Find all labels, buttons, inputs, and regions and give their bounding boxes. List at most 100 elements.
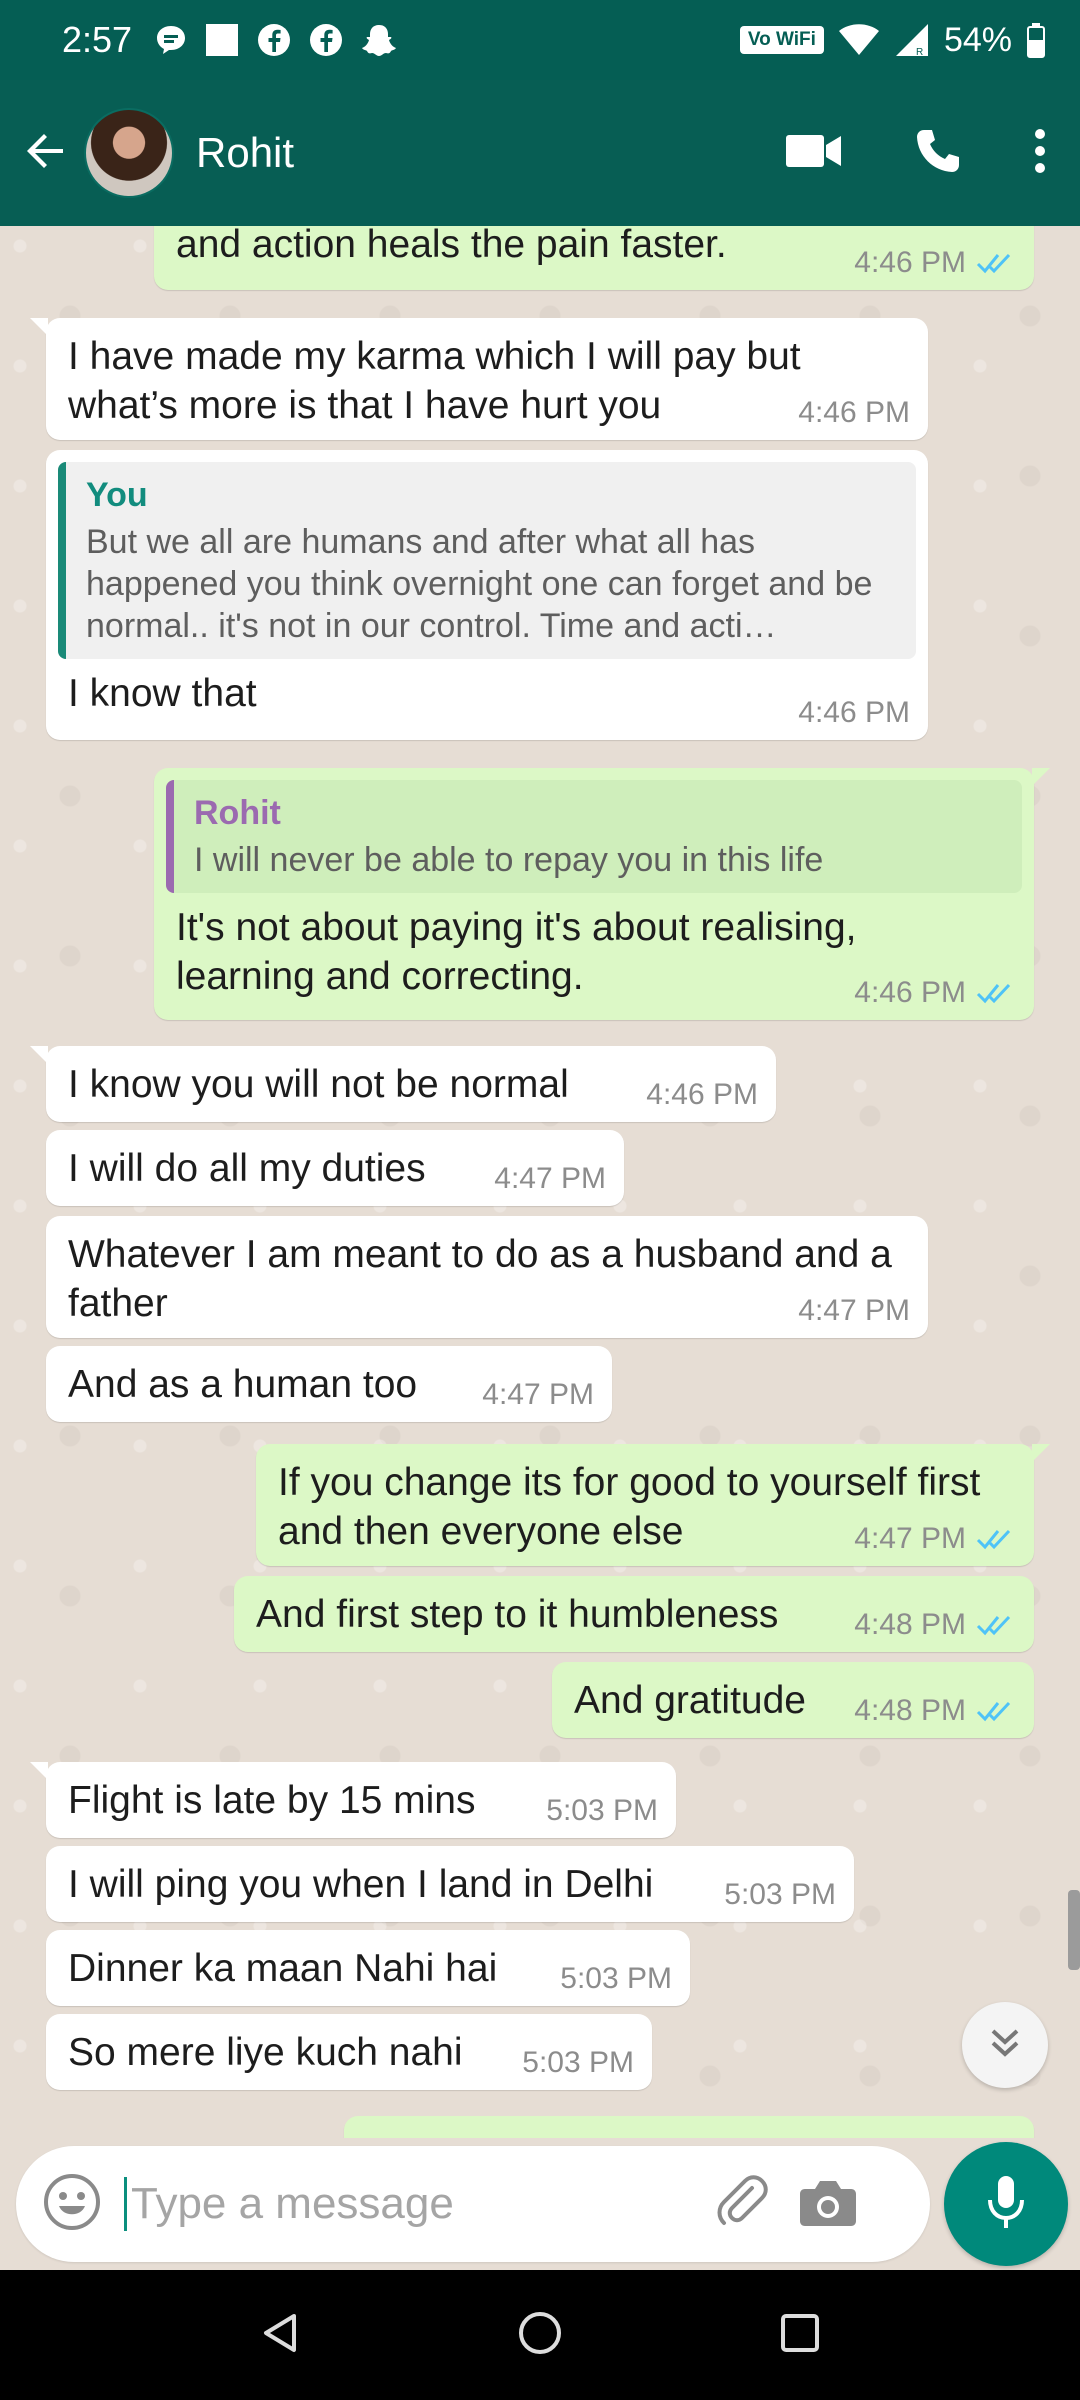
video-call-icon — [785, 131, 843, 176]
facebook-icon — [256, 22, 292, 58]
outgoing-reply-message[interactable]: Rohit I will never be able to repay you … — [154, 768, 1050, 1020]
voice-message-button[interactable] — [944, 2142, 1068, 2266]
quoted-message[interactable]: Rohit I will never be able to repay you … — [166, 780, 1022, 893]
vowifi-badge: Vo WiFi — [739, 26, 824, 54]
video-call-button[interactable] — [752, 80, 876, 226]
message-time: 4:47 PM — [494, 1162, 606, 1195]
message-meta: 5:03 PM — [724, 1878, 836, 1912]
circle-home-icon — [517, 2310, 563, 2361]
triangle-back-icon — [258, 2311, 302, 2360]
read-ticks-icon — [976, 981, 1016, 1005]
camera-button[interactable] — [793, 2169, 863, 2239]
incoming-message[interactable]: I will do all my duties 4:47 PM — [46, 1130, 624, 1206]
message-meta: 5:03 PM — [560, 1962, 672, 1996]
incoming-reply-message[interactable]: You But we all are humans and after what… — [46, 450, 928, 740]
voice-call-button[interactable] — [876, 80, 1000, 226]
chat-header: Rohit — [0, 80, 1080, 226]
read-ticks-icon — [976, 1527, 1016, 1551]
attach-button[interactable] — [707, 2169, 777, 2239]
message-meta: 4:46 PM — [798, 696, 910, 730]
incoming-message[interactable]: Flight is late by 15 mins 5:03 PM — [30, 1762, 676, 1838]
square-notification-icon — [204, 22, 240, 58]
message-meta: 4:48 PM — [854, 1608, 1016, 1642]
outgoing-message[interactable]: And first step to it humbleness 4:48 PM — [234, 1576, 1034, 1652]
outgoing-message[interactable]: If you change its for good to yourself f… — [256, 1444, 1050, 1566]
contact-name[interactable]: Rohit — [196, 129, 294, 177]
more-options-button[interactable] — [1000, 80, 1080, 226]
emoji-button[interactable] — [40, 2172, 104, 2236]
message-time: 4:47 PM — [482, 1378, 594, 1411]
message-time: 4:48 PM — [854, 1608, 966, 1641]
outgoing-message[interactable]: and action heals the pain faster. 4:46 P… — [154, 226, 1034, 290]
incoming-message[interactable]: Dinner ka maan Nahi hai 5:03 PM — [46, 1930, 690, 2006]
quoted-message[interactable]: You But we all are humans and after what… — [58, 462, 916, 659]
message-meta: 5:03 PM — [546, 1794, 658, 1828]
message-meta: 5:03 PM — [522, 2046, 634, 2080]
quoted-author: Rohit — [194, 794, 281, 832]
message-meta: 4:46 PM — [798, 396, 910, 430]
message-text: I have made my karma which I will pay bu… — [68, 335, 801, 427]
svg-text:R: R — [916, 47, 923, 58]
wifi-icon — [838, 23, 880, 57]
incoming-message[interactable]: I know you will not be normal 4:46 PM — [30, 1046, 776, 1122]
incoming-message[interactable]: And as a human too 4:47 PM — [46, 1346, 612, 1422]
double-chevron-down-icon — [987, 2025, 1023, 2066]
message-time: 5:03 PM — [522, 2046, 634, 2079]
incoming-message[interactable]: I have made my karma which I will pay bu… — [30, 318, 928, 440]
nav-recents-button[interactable] — [760, 2295, 840, 2375]
composer-bar — [0, 2138, 1080, 2270]
chat-area[interactable]: and action heals the pain faster. 4:46 P… — [0, 226, 1080, 2138]
message-meta: 4:47 PM — [798, 1294, 910, 1328]
message-time: 5:03 PM — [546, 1794, 658, 1827]
read-ticks-icon — [976, 1699, 1016, 1723]
message-meta: 4:47 PM — [494, 1162, 606, 1196]
message-meta: 4:46 PM — [854, 976, 1016, 1010]
battery-percentage: 54% — [943, 20, 1012, 59]
scrollbar-thumb[interactable] — [1068, 1890, 1080, 1970]
nav-back-button[interactable] — [240, 2295, 320, 2375]
status-bar: 2:57 Vo WiFi R 54% — [0, 0, 1080, 80]
incoming-message[interactable]: Whatever I am meant to do as a husband a… — [46, 1216, 928, 1338]
paperclip-icon — [712, 2172, 772, 2237]
cellular-signal-icon: R — [894, 22, 930, 58]
message-meta: 4:47 PM — [482, 1378, 594, 1412]
emoji-icon — [43, 2173, 101, 2236]
composer — [16, 2146, 930, 2262]
message-meta: 4:46 PM — [854, 246, 1016, 280]
quoted-author: You — [86, 476, 148, 514]
quoted-text: I will never be able to repay you in thi… — [194, 841, 824, 879]
message-meta: 4:46 PM — [646, 1078, 758, 1112]
message-text: I will ping you when I land in Delhi — [68, 1863, 654, 1906]
quoted-text: But we all are humans and after what all… — [86, 523, 873, 645]
message-time: 4:46 PM — [854, 246, 966, 279]
scroll-to-bottom-button[interactable] — [962, 2002, 1048, 2088]
outgoing-message-partial[interactable] — [344, 2116, 1034, 2138]
message-input[interactable] — [131, 2179, 691, 2229]
system-status-icons: Vo WiFi R 54% — [739, 20, 1046, 60]
incoming-message[interactable]: So mere liye kuch nahi 5:03 PM — [46, 2014, 652, 2090]
message-notification-icon — [154, 23, 188, 57]
square-recents-icon — [778, 2311, 822, 2360]
message-time: 4:46 PM — [798, 696, 910, 729]
incoming-message[interactable]: I will ping you when I land in Delhi 5:0… — [46, 1846, 854, 1922]
phone-icon — [914, 127, 962, 180]
message-time: 4:47 PM — [854, 1522, 966, 1555]
system-navigation-bar — [0, 2270, 1080, 2400]
back-arrow-icon — [23, 128, 69, 179]
message-text: Whatever I am meant to do as a husband a… — [68, 1233, 892, 1325]
outgoing-message[interactable]: And gratitude 4:48 PM — [552, 1662, 1034, 1738]
message-text: It's not about paying it's about realisi… — [176, 906, 857, 998]
status-time: 2:57 — [62, 19, 133, 60]
microphone-icon — [986, 2174, 1026, 2235]
message-meta: 4:48 PM — [854, 1694, 1016, 1728]
message-meta: 4:47 PM — [854, 1522, 1016, 1556]
text-cursor — [124, 2177, 127, 2231]
snapchat-icon — [360, 22, 398, 58]
battery-icon — [1026, 22, 1046, 58]
message-time: 4:46 PM — [646, 1078, 758, 1111]
back-button[interactable] — [0, 80, 84, 226]
nav-home-button[interactable] — [500, 2295, 580, 2375]
read-ticks-icon — [976, 251, 1016, 275]
contact-avatar[interactable] — [84, 108, 174, 198]
message-time: 4:47 PM — [798, 1294, 910, 1327]
